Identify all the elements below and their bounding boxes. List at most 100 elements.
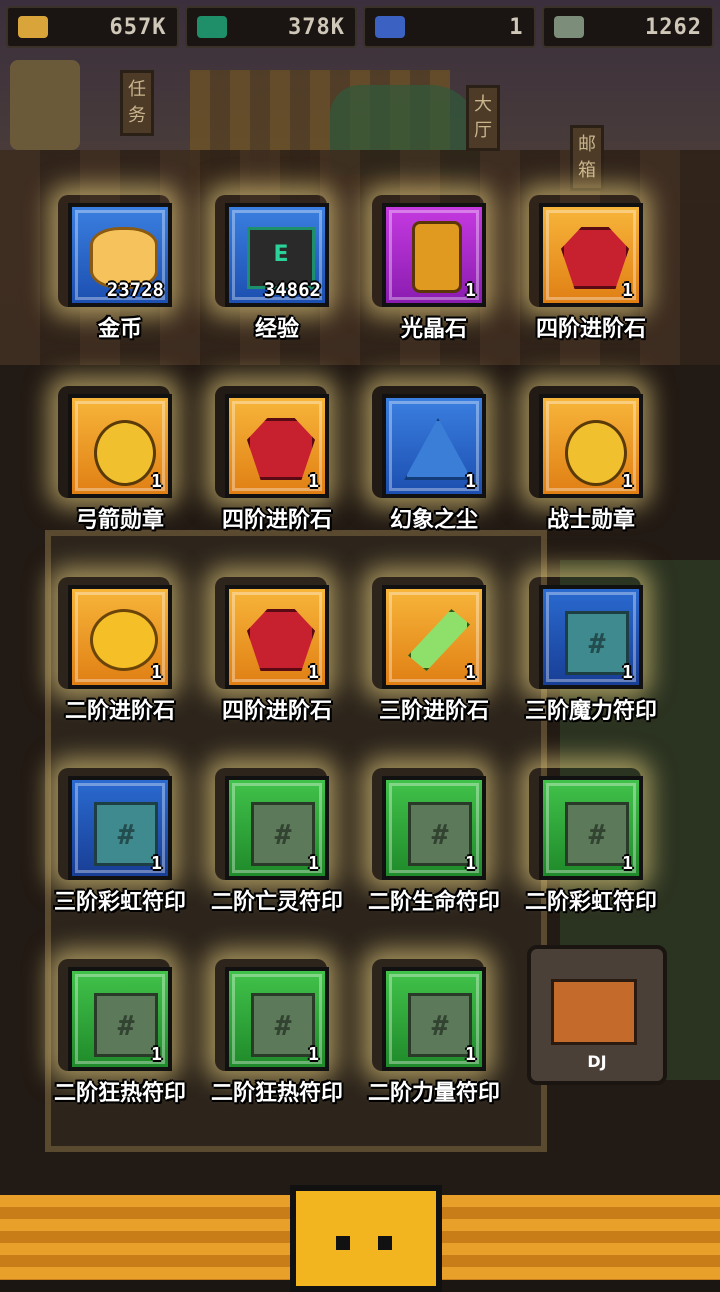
reward-frame: 1 [225,585,329,689]
sign-task[interactable]: 任务 [120,70,154,136]
reward-item[interactable]: #1 三阶魔力符印 [515,577,672,768]
reward-quantity: 1 [308,662,319,683]
rune-icon: # [251,993,315,1057]
reward-quantity: 1 [465,471,476,492]
pet-eye-right [378,1236,392,1250]
reward-item[interactable]: #1 三阶彩虹符印 [44,768,201,959]
crystal-icon [412,221,462,293]
reward-item[interactable]: 1 四阶进阶石 [201,386,358,577]
rune-glyph: # [588,817,606,851]
reward-frame: 1 [382,585,486,689]
pet-character[interactable] [290,1185,442,1292]
reward-frame: 1 [68,394,172,498]
reward-frame: 1 [68,585,172,689]
reward-name: 三阶彩虹符印 [53,890,186,915]
rune-icon: # [565,802,629,866]
reward-item[interactable]: 1 弓箭勋章 [44,386,201,577]
reward-name: 二阶狂热符印 [210,1081,343,1106]
reward-name: 战士勋章 [546,508,635,533]
reward-item[interactable]: #1 二阶狂热符印 [44,959,201,1150]
reward-item[interactable]: 23728 金币 [44,195,201,386]
reward-quantity: 1 [151,1044,162,1065]
reward-name: 二阶生命符印 [367,890,500,915]
reward-item[interactable]: 1 光晶石 [358,195,515,386]
reward-item[interactable]: 1 幻象之尘 [358,386,515,577]
reward-name: 四阶进阶石 [221,508,332,533]
reward-quantity: 1 [151,662,162,683]
reward-name: 四阶进阶石 [535,317,646,342]
medal-icon [94,420,156,486]
rune-teal-icon: # [565,611,629,675]
reward-frame: 1 [225,394,329,498]
rune-icon: # [408,802,472,866]
dj-cart-icon [551,979,637,1045]
sign-hall[interactable]: 大厅 [466,85,500,151]
reward-frame: 1 [539,203,643,307]
reward-name: 金币 [97,317,142,342]
reward-item[interactable]: #1 二阶力量符印 [358,959,515,1150]
reward-item[interactable]: E 34862 经验 [201,195,358,386]
reward-item[interactable]: 1 四阶进阶石 [201,577,358,768]
reward-item[interactable]: 1 四阶进阶石 [515,195,672,386]
reward-frame: 23728 [68,203,172,307]
reward-name: 二阶狂热符印 [53,1081,186,1106]
reward-name: 二阶力量符印 [367,1081,500,1106]
reward-item[interactable]: 1 三阶进阶石 [358,577,515,768]
reward-frame: #1 [68,776,172,880]
reward-item[interactable]: 1 二阶进阶石 [44,577,201,768]
rune-icon: # [94,993,158,1057]
reward-frame: #1 [382,967,486,1071]
reward-name: 光晶石 [400,317,467,342]
egg-icon [90,609,158,671]
reward-quantity: 1 [151,853,162,874]
resource-exp: 378K [184,6,357,48]
reward-item[interactable]: #1 二阶亡灵符印 [201,768,358,959]
reward-quantity: 1 [465,280,476,301]
resource-bar: 657K 378K 1 1262 [0,0,720,54]
reward-quantity: 1 [465,1044,476,1065]
reward-name: 三阶魔力符印 [524,699,657,724]
rune-glyph: # [117,1008,135,1042]
resource-gem: 1 [363,6,536,48]
reward-quantity: 1 [622,471,633,492]
rune-glyph: # [274,817,292,851]
rune-teal-icon: # [94,802,158,866]
exp-value: 378K [288,14,345,40]
reward-item[interactable]: #1 二阶彩虹符印 [515,768,672,959]
reward-quantity: 23728 [106,279,164,301]
reward-name: 幻象之尘 [389,508,478,533]
sign-mailbox[interactable]: 邮箱 [570,125,604,191]
reward-item[interactable]: #1 二阶狂热符印 [201,959,358,1150]
reward-quantity: 34862 [263,279,321,301]
reward-frame: 1 [382,203,486,307]
reward-name: 二阶进阶石 [64,699,175,724]
resource-cross: 1262 [541,6,714,48]
reward-name: 弓箭勋章 [75,508,164,533]
reward-frame: #1 [225,776,329,880]
resource-gold: 657K [6,6,179,48]
reward-name: 二阶彩虹符印 [524,890,657,915]
reward-quantity: 1 [308,1044,319,1065]
reward-name: 经验 [254,317,299,342]
reward-quantity: 1 [622,662,633,683]
cross-icon [553,16,584,38]
exp-icon [196,16,227,38]
blue-gem-icon [375,16,405,38]
reward-frame: 1 [382,394,486,498]
rune-glyph: # [117,817,135,851]
rune-icon: # [408,993,472,1057]
reward-item[interactable]: 1 战士勋章 [515,386,672,577]
gem-value: 1 [509,14,524,40]
dj-card[interactable]: DJ [527,945,667,1085]
gold-value: 657K [109,14,167,40]
reward-quantity: 1 [465,853,476,874]
rune-glyph: # [431,1008,449,1042]
reward-frame: #1 [539,585,643,689]
rune-glyph: # [431,817,449,851]
reward-quantity: 1 [308,471,319,492]
rune-glyph: # [274,1008,292,1042]
reward-item[interactable]: #1 二阶生命符印 [358,768,515,959]
reward-frame: #1 [68,967,172,1071]
dj-label: DJ [587,1052,607,1071]
reward-quantity: 1 [622,280,633,301]
